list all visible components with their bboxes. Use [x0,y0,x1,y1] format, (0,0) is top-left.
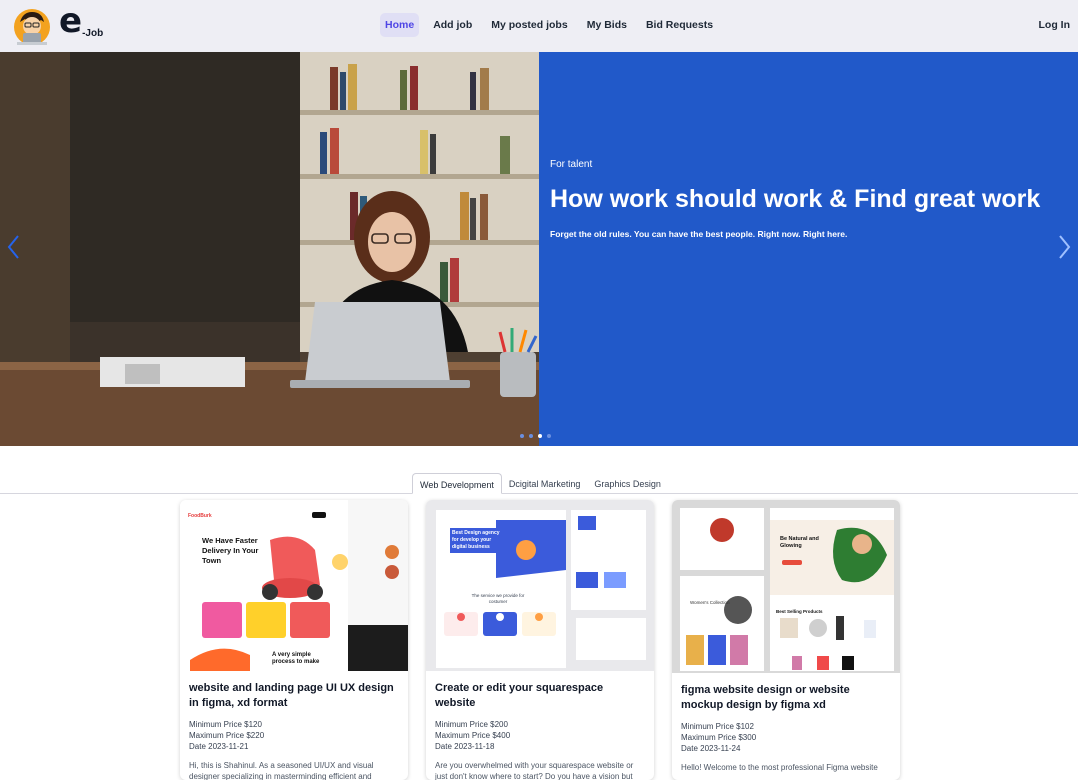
thumb-section: Best Selling Products [776,609,823,614]
carousel-dot[interactable] [538,434,542,438]
post-date: Date 2023-11-21 [189,742,249,751]
nav-item-home[interactable]: Home [380,13,420,37]
min-price: Minimum Price $200 [435,720,508,729]
carousel-dot[interactable] [529,434,533,438]
thumb-tagline: A very simple process to make [272,652,320,665]
carousel-dot[interactable] [547,434,551,438]
min-price: Minimum Price $102 [681,722,754,731]
carousel-pagination [520,434,551,438]
job-description: Hi, this is Shahinul. As a seasoned UI/U… [189,761,374,780]
tab-web-development[interactable]: Web Development [412,473,502,494]
nav-menu: Home Add job My posted jobs My Bids Bid … [380,13,727,37]
nav-item-my-posted-jobs[interactable]: My posted jobs [486,13,572,37]
thumb-logo: FoodBurk [188,513,212,519]
post-date: Date 2023-11-18 [435,742,495,751]
tab-graphics-design[interactable]: Graphics Design [587,473,668,494]
job-card[interactable]: Be Natural and Glowing Best Selling Prod… [672,500,900,780]
thumb-headline: Be Natural and Glowing [780,536,819,549]
mascot-avatar-icon [11,8,53,46]
tab-digital-marketing[interactable]: Dcigital Marketing [502,473,588,494]
carousel-next-arrow-icon[interactable] [1054,232,1074,262]
brand-letter: e [59,1,83,41]
navbar: e -Job Home Add job My posted jobs My Bi… [0,0,1078,52]
job-title[interactable]: website and landing page UI UX design in… [189,681,399,711]
max-price: Maximum Price $400 [435,731,511,740]
nav-item-add-job[interactable]: Add job [428,13,477,37]
hero-kicker: For talent [550,159,593,170]
max-price: Maximum Price $300 [681,733,757,742]
thumb-collection: Women's Collection [690,600,730,605]
brand-suffix: -Job [82,28,104,39]
hero-text-panel: For talent How work should work & Find g… [539,52,1078,446]
thumb-tagline: The service we provide for costumer [471,593,525,604]
hero-title: How work should work & Find great work [550,185,1041,213]
brand-logo[interactable]: e -Job [11,1,104,46]
carousel-dot[interactable] [520,434,524,438]
post-date: Date 2023-11-24 [681,744,741,753]
hero-photo [0,52,539,446]
job-thumbnail: Be Natural and Glowing Best Selling Prod… [672,500,900,673]
login-link[interactable]: Log In [1039,19,1071,31]
job-title[interactable]: Create or edit your squarespace website [435,681,645,711]
job-card[interactable]: Best Design agency for develop your digi… [426,500,654,780]
max-price: Maximum Price $220 [189,731,265,740]
hero-subtitle: Forget the old rules. You can have the b… [550,229,848,239]
job-thumbnail: FoodBurk We Have Faster Delivery In Your… [180,500,408,671]
job-title[interactable]: figma website design or website mockup d… [681,683,891,713]
thumb-headline: Best Design agency for develop your digi… [450,528,502,553]
nav-item-bid-requests[interactable]: Bid Requests [641,13,718,37]
hero-carousel: For talent How work should work & Find g… [0,52,1078,446]
nav-item-my-bids[interactable]: My Bids [582,13,632,37]
job-description: Hello! Welcome to the most professional … [681,763,878,772]
min-price: Minimum Price $120 [189,720,262,729]
carousel-prev-arrow-icon[interactable] [4,232,24,262]
job-card[interactable]: FoodBurk We Have Faster Delivery In Your… [180,500,408,780]
job-thumbnail: Best Design agency for develop your digi… [426,500,654,671]
category-tabs: Web Development Dcigital Marketing Graph… [0,473,1078,494]
thumb-headline: We Have Faster Delivery In Your Town [202,536,259,565]
job-description: Are you overwhelmed with your squarespac… [435,761,634,780]
